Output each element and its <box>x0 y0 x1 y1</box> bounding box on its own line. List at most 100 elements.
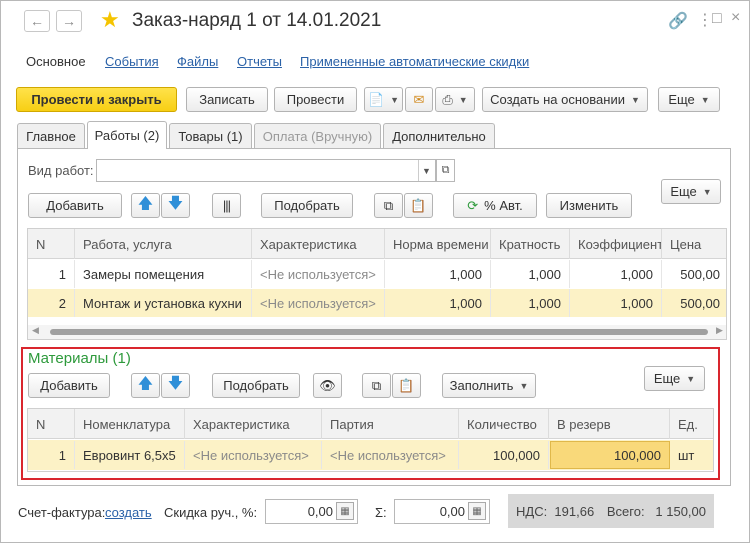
material-characteristic[interactable]: <Не используется> <box>185 441 322 469</box>
post-and-close-button[interactable]: Провести и закрыть <box>16 87 177 112</box>
works-add-button[interactable]: Добавить <box>28 193 122 218</box>
materials-col-batch[interactable]: Партия <box>322 409 459 439</box>
material-reserve[interactable]: 100,000 <box>550 441 670 469</box>
discount-field[interactable]: 0,00 ▦ <box>265 499 358 524</box>
works-paste-button[interactable]: 📋 <box>404 193 433 218</box>
table-row[interactable]: 2 Монтаж и установка кухни <Не используе… <box>28 289 726 317</box>
works-col-n[interactable]: N <box>28 229 75 259</box>
calculator-icon[interactable]: ▦ <box>468 502 486 520</box>
section-auto-discounts[interactable]: Примененные автоматические скидки <box>300 54 529 69</box>
arrow-down-icon: 🡇 <box>167 375 184 392</box>
materials-paste-button[interactable]: 📋 <box>392 373 421 398</box>
table-row[interactable]: 1 Замеры помещения <Не используется> 1,0… <box>28 260 726 288</box>
works-copy-button[interactable]: ⧉ <box>374 193 403 218</box>
work-multiplicity[interactable]: 1,000 <box>491 289 570 317</box>
works-auto-discount-button[interactable]: ⟳ % Авт. <box>453 193 537 218</box>
table-row[interactable]: 1 Евровинт 6,5х5 <Не используется> <Не и… <box>28 440 713 470</box>
tab-additional[interactable]: Дополнительно <box>383 123 495 149</box>
works-scroll-thumb[interactable] <box>50 329 708 335</box>
material-item[interactable]: Евровинт 6,5х5 <box>75 441 185 469</box>
materials-add-button[interactable]: Добавить <box>28 373 110 398</box>
link-icon[interactable]: 🔗 <box>668 11 688 31</box>
materials-move-down-button[interactable]: 🡇 <box>161 373 190 398</box>
tab-main[interactable]: Главное <box>17 123 85 149</box>
tab-works[interactable]: Работы (2) <box>87 121 167 149</box>
works-col-coefficient[interactable]: Коэффициент <box>570 229 662 259</box>
maximize-icon[interactable]: □ <box>712 10 722 28</box>
materials-col-item[interactable]: Номенклатура <box>75 409 185 439</box>
materials-more-label: Еще <box>653 371 681 386</box>
work-norm[interactable]: 1,000 <box>385 260 491 288</box>
works-col-characteristic[interactable]: Характеристика <box>252 229 385 259</box>
more-button[interactable]: Еще ▼ <box>658 87 720 112</box>
close-icon[interactable]: × <box>731 9 740 27</box>
calculator-icon[interactable]: ▦ <box>336 502 354 520</box>
works-move-down-button[interactable]: 🡇 <box>161 193 190 218</box>
work-kind-dropdown-icon[interactable]: ▼ <box>418 160 434 181</box>
more-label: Еще <box>668 92 695 107</box>
work-price[interactable]: 500,00 <box>662 260 726 288</box>
email-button[interactable]: ✉ <box>405 87 433 112</box>
works-col-work[interactable]: Работа, услуга <box>75 229 252 259</box>
materials-col-quantity[interactable]: Количество <box>459 409 549 439</box>
work-kind-open-icon[interactable]: ⧉ <box>436 159 455 182</box>
work-characteristic[interactable]: <Не используется> <box>252 289 385 317</box>
works-more-button[interactable]: Еще ▼ <box>661 179 721 204</box>
post-button[interactable]: Провести <box>274 87 357 112</box>
works-pick-button[interactable]: Подобрать <box>261 193 353 218</box>
work-coefficient[interactable]: 1,000 <box>570 289 662 317</box>
materials-copy-button[interactable]: ⧉ <box>362 373 391 398</box>
works-horizontal-scrollbar[interactable]: ◀ ▶ <box>28 325 726 339</box>
save-button[interactable]: Записать <box>186 87 268 112</box>
materials-col-reserve[interactable]: В резерв <box>549 409 670 439</box>
tab-payment[interactable]: Оплата (Вручную) <box>254 123 381 149</box>
scroll-right-icon[interactable]: ▶ <box>716 325 723 336</box>
materials-more-button[interactable]: Еще ▼ <box>644 366 705 391</box>
works-move-up-button[interactable]: 🡅 <box>131 193 160 218</box>
favorite-star-icon[interactable]: ★ <box>100 7 120 33</box>
materials-move-up-button[interactable]: 🡅 <box>131 373 160 398</box>
material-quantity[interactable]: 100,000 <box>459 441 549 469</box>
work-multiplicity[interactable]: 1,000 <box>491 260 570 288</box>
work-name[interactable]: Монтаж и установка кухни <box>75 289 252 317</box>
materials-col-n[interactable]: N <box>28 409 75 439</box>
works-col-multiplicity[interactable]: Кратность <box>491 229 570 259</box>
work-kind-input[interactable] <box>96 159 436 182</box>
material-batch[interactable]: <Не используется> <box>322 441 459 469</box>
material-unit[interactable]: шт <box>670 441 713 469</box>
forward-button[interactable]: → <box>56 10 82 32</box>
grand-total: Всего: 1 150,00 <box>606 503 706 519</box>
print-button[interactable]: ⎙ ▼ <box>435 87 475 112</box>
works-col-norm[interactable]: Норма времени <box>385 229 491 259</box>
work-coefficient[interactable]: 1,000 <box>570 260 662 288</box>
materials-pick-button[interactable]: Подобрать <box>212 373 300 398</box>
section-events[interactable]: События <box>105 54 159 69</box>
section-files[interactable]: Файлы <box>177 54 218 69</box>
scroll-left-icon[interactable]: ◀ <box>32 325 39 336</box>
works-table: N Работа, услуга Характеристика Норма вр… <box>27 228 727 340</box>
materials-fill-button[interactable]: Заполнить ▼ <box>442 373 536 398</box>
invoice-create-link[interactable]: создать <box>105 505 152 520</box>
materials-view-button[interactable]: 👁 <box>313 373 342 398</box>
copy-icon: ⧉ <box>371 377 382 393</box>
work-name[interactable]: Замеры помещения <box>75 260 252 288</box>
section-reports[interactable]: Отчеты <box>237 54 282 69</box>
work-price[interactable]: 500,00 <box>662 289 726 317</box>
tab-goods[interactable]: Товары (1) <box>169 123 252 149</box>
create-based-on-button[interactable]: Создать на основании ▼ <box>482 87 648 112</box>
row-number: 1 <box>28 260 75 288</box>
more-vertical-icon[interactable]: ⋮ <box>697 10 713 30</box>
work-norm[interactable]: 1,000 <box>385 289 491 317</box>
materials-col-unit[interactable]: Ед. <box>670 409 713 439</box>
back-button[interactable]: ← <box>24 10 50 32</box>
arrow-right-icon: → <box>62 13 76 29</box>
materials-col-characteristic[interactable]: Характеристика <box>185 409 322 439</box>
works-barcode-button[interactable]: ||| <box>212 193 241 218</box>
section-main[interactable]: Основное <box>26 54 86 69</box>
eye-icon: 👁 <box>319 377 336 393</box>
work-characteristic[interactable]: <Не используется> <box>252 260 385 288</box>
sigma-field[interactable]: 0,00 ▦ <box>394 499 490 524</box>
works-col-price[interactable]: Цена <box>662 229 726 259</box>
works-change-button[interactable]: Изменить <box>546 193 632 218</box>
print-document-menu-button[interactable]: 📄 ▼ <box>364 87 403 112</box>
